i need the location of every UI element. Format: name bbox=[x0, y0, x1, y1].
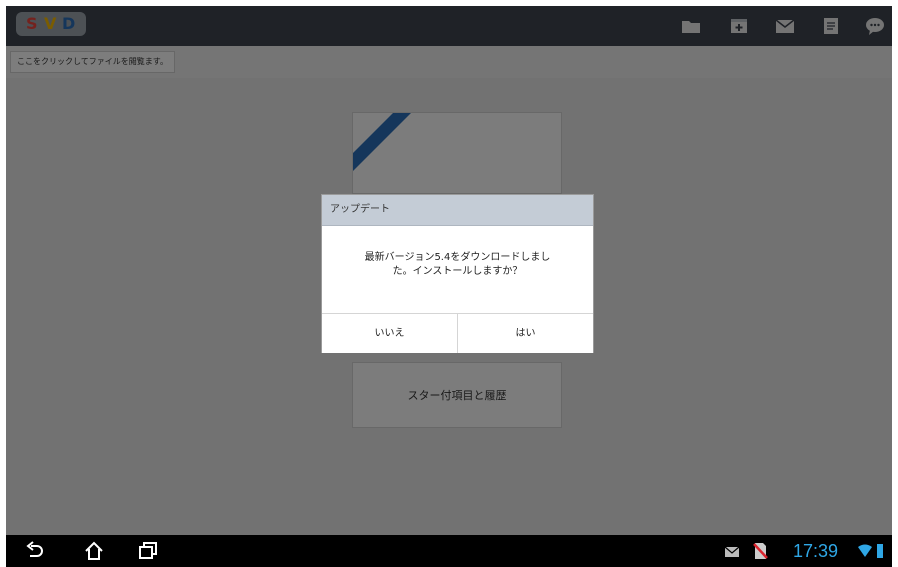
mail-notification-icon[interactable] bbox=[724, 544, 740, 558]
no-button[interactable]: いいえ bbox=[322, 314, 458, 353]
system-nav-bar: 17:39 bbox=[6, 535, 892, 567]
status-clock: 17:39 bbox=[793, 541, 839, 561]
recent-apps-icon[interactable] bbox=[136, 540, 160, 562]
home-icon[interactable] bbox=[82, 540, 106, 562]
dialog-message-line-1: 最新バージョン5.4をダウンロードしまし bbox=[364, 252, 551, 263]
dialog-message: 最新バージョン5.4をダウンロードしまし た。インストールしますか？ bbox=[342, 251, 573, 279]
battery-icon bbox=[876, 543, 884, 559]
wifi-icon bbox=[858, 543, 872, 557]
dialog-message-line-2: た。インストールしますか？ bbox=[392, 266, 523, 277]
no-sim-icon bbox=[752, 542, 768, 560]
yes-button[interactable]: はい bbox=[458, 314, 593, 353]
back-icon[interactable] bbox=[22, 540, 46, 562]
dialog-title-text: アップデート bbox=[330, 204, 390, 215]
app-screen: S V D ここをクリックしてファイルを閲覧ます。 スター付項目と履歴 bbox=[6, 6, 892, 535]
dialog-button-row: いいえ はい bbox=[322, 313, 593, 353]
dialog-title: アップデート bbox=[322, 195, 593, 226]
update-dialog: アップデート 最新バージョン5.4をダウンロードしまし た。インストールしますか… bbox=[321, 194, 594, 353]
